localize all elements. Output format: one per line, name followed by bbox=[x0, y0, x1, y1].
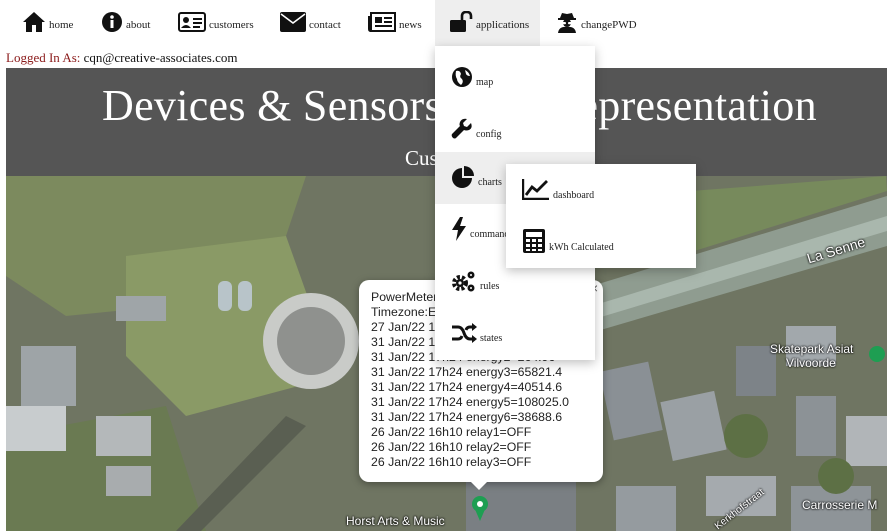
nav-changepwd[interactable]: changePWD bbox=[542, 0, 651, 46]
cogs-icon bbox=[451, 269, 477, 296]
nav-news-label: news bbox=[399, 19, 422, 31]
charts-submenu: dashboard kWh Calculated bbox=[506, 164, 696, 268]
user-secret-icon bbox=[556, 11, 578, 36]
menu-item-config-label: config bbox=[476, 128, 502, 140]
random-icon bbox=[451, 322, 477, 347]
map-label-vilvoorde: Vilvoorde bbox=[786, 356, 836, 370]
nav-customers[interactable]: customers bbox=[164, 0, 268, 46]
popup-tail bbox=[469, 480, 489, 490]
popup-line: 26 Jan/22 16h10 relay2=OFF bbox=[371, 440, 532, 454]
info-icon bbox=[101, 11, 123, 36]
submenu-item-dashboard[interactable]: dashboard bbox=[506, 164, 696, 216]
newspaper-icon bbox=[368, 11, 396, 35]
popup-line: 31 Jan/22 17h24 energy5=108025.0 bbox=[371, 395, 569, 409]
login-prefix: Logged In As: bbox=[6, 50, 81, 65]
submenu-item-dashboard-label: dashboard bbox=[553, 189, 595, 201]
nav-changepwd-label: changePWD bbox=[581, 19, 637, 31]
envelope-icon bbox=[280, 11, 306, 35]
nav-news[interactable]: news bbox=[354, 0, 436, 46]
nav-applications[interactable]: applications bbox=[435, 0, 540, 46]
popup-line: 31 Jan/22 17h24 energy4=40514.6 bbox=[371, 380, 563, 394]
globe-icon bbox=[451, 66, 473, 91]
menu-item-rules-label: rules bbox=[480, 280, 500, 292]
menu-item-config[interactable]: config bbox=[435, 104, 595, 156]
menu-item-command-label: command bbox=[470, 228, 510, 240]
popup-line: 26 Jan/22 16h10 relay1=OFF bbox=[371, 425, 532, 439]
popup-line: 31 Jan/22 17h24 energy3=65821.4 bbox=[371, 365, 563, 379]
nav-contact-label: contact bbox=[309, 19, 341, 31]
address-card-icon bbox=[178, 11, 206, 36]
login-email: cqn@creative-associates.com bbox=[83, 50, 238, 65]
unlock-icon bbox=[449, 10, 473, 36]
nav-contact[interactable]: contact bbox=[266, 0, 355, 46]
menu-item-charts-label: charts bbox=[478, 176, 502, 188]
map-label-skatepark: Skatepark Asiat bbox=[770, 342, 854, 356]
submenu-item-kwh-calculated[interactable]: kWh Calculated bbox=[506, 216, 696, 268]
wrench-icon bbox=[451, 118, 473, 143]
nav-about[interactable]: about bbox=[87, 0, 164, 46]
calculator-icon bbox=[522, 228, 546, 257]
nav-home[interactable]: home bbox=[8, 0, 87, 46]
line-chart-icon bbox=[521, 178, 550, 203]
login-status: Logged In As: cqn@creative-associates.co… bbox=[6, 50, 237, 66]
popup-line: 26 Jan/22 16h10 relay3=OFF bbox=[371, 455, 532, 469]
nav-applications-label: applications bbox=[476, 19, 530, 31]
page-subtitle: Cus bbox=[405, 146, 438, 170]
map-label-horst: Horst Arts & Music bbox=[346, 514, 445, 528]
menu-item-states[interactable]: states bbox=[435, 308, 595, 360]
menu-item-map-label: map bbox=[476, 76, 494, 88]
popup-line: 31 Jan/22 17h24 energy6=38688.6 bbox=[371, 410, 563, 424]
top-navigation: home about customers contact news applic… bbox=[0, 0, 887, 46]
map-label-carrosserie: Carrosserie M bbox=[802, 498, 878, 512]
pie-chart-icon bbox=[451, 165, 475, 192]
nav-about-label: about bbox=[126, 19, 151, 31]
menu-item-map[interactable]: map bbox=[435, 52, 595, 104]
menu-item-states-label: states bbox=[480, 332, 503, 344]
nav-customers-label: customers bbox=[209, 19, 254, 31]
home-icon bbox=[22, 11, 46, 36]
bolt-icon bbox=[451, 216, 467, 244]
submenu-item-kwh-calculated-label: kWh Calculated bbox=[549, 241, 614, 253]
nav-home-label: home bbox=[49, 19, 74, 31]
